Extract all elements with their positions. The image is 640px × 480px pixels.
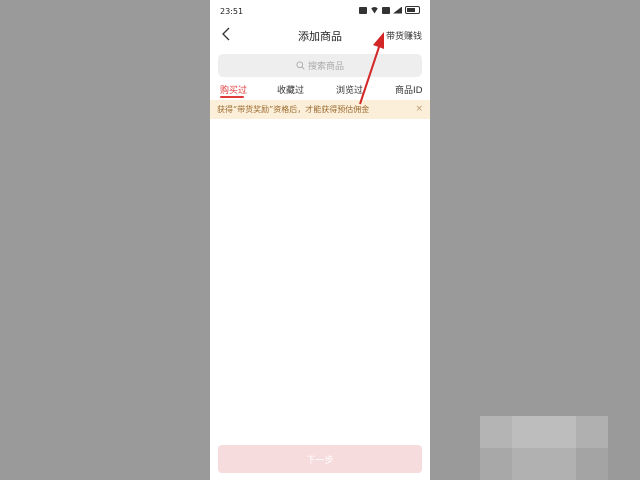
status-time: 23:51 [220, 7, 244, 16]
next-step-button[interactable]: 下一步 [218, 445, 422, 473]
earn-money-link[interactable]: 带货赚钱 [386, 29, 422, 42]
search-icon [296, 61, 305, 70]
wifi-icon [370, 6, 379, 14]
battery-icon [405, 6, 420, 14]
nav-bar: 添加商品 带货赚钱 [210, 22, 430, 48]
notice-bar: 获得“带货奖励”资格后，才能获得预估佣金 × [210, 100, 430, 119]
network-badge-icon [382, 6, 390, 14]
blurred-watermark [480, 416, 608, 480]
search-input[interactable]: 搜索商品 [218, 54, 422, 77]
tab-product-id[interactable]: 商品ID [395, 83, 423, 96]
close-icon[interactable]: × [415, 104, 423, 114]
hd-icon [359, 6, 367, 14]
notice-text: 获得“带货奖励”资格后，才能获得预估佣金 [217, 105, 370, 114]
status-icons [359, 6, 420, 14]
status-bar: 23:51 [210, 0, 430, 22]
tab-favorited[interactable]: 收藏过 [277, 83, 304, 96]
search-placeholder: 搜索商品 [307, 62, 344, 72]
tab-active-indicator [220, 96, 244, 98]
signal-icon [393, 6, 402, 14]
tab-bar: 购买过 收藏过 浏览过 商品ID [210, 80, 430, 98]
annotation-arrow-icon [359, 32, 384, 105]
phone-screen: 23:51 添加商品 带货赚钱 搜索商品 购买过 收藏过 浏览过 商品ID 获得… [210, 0, 430, 480]
tab-purchased[interactable]: 购买过 [220, 83, 247, 96]
